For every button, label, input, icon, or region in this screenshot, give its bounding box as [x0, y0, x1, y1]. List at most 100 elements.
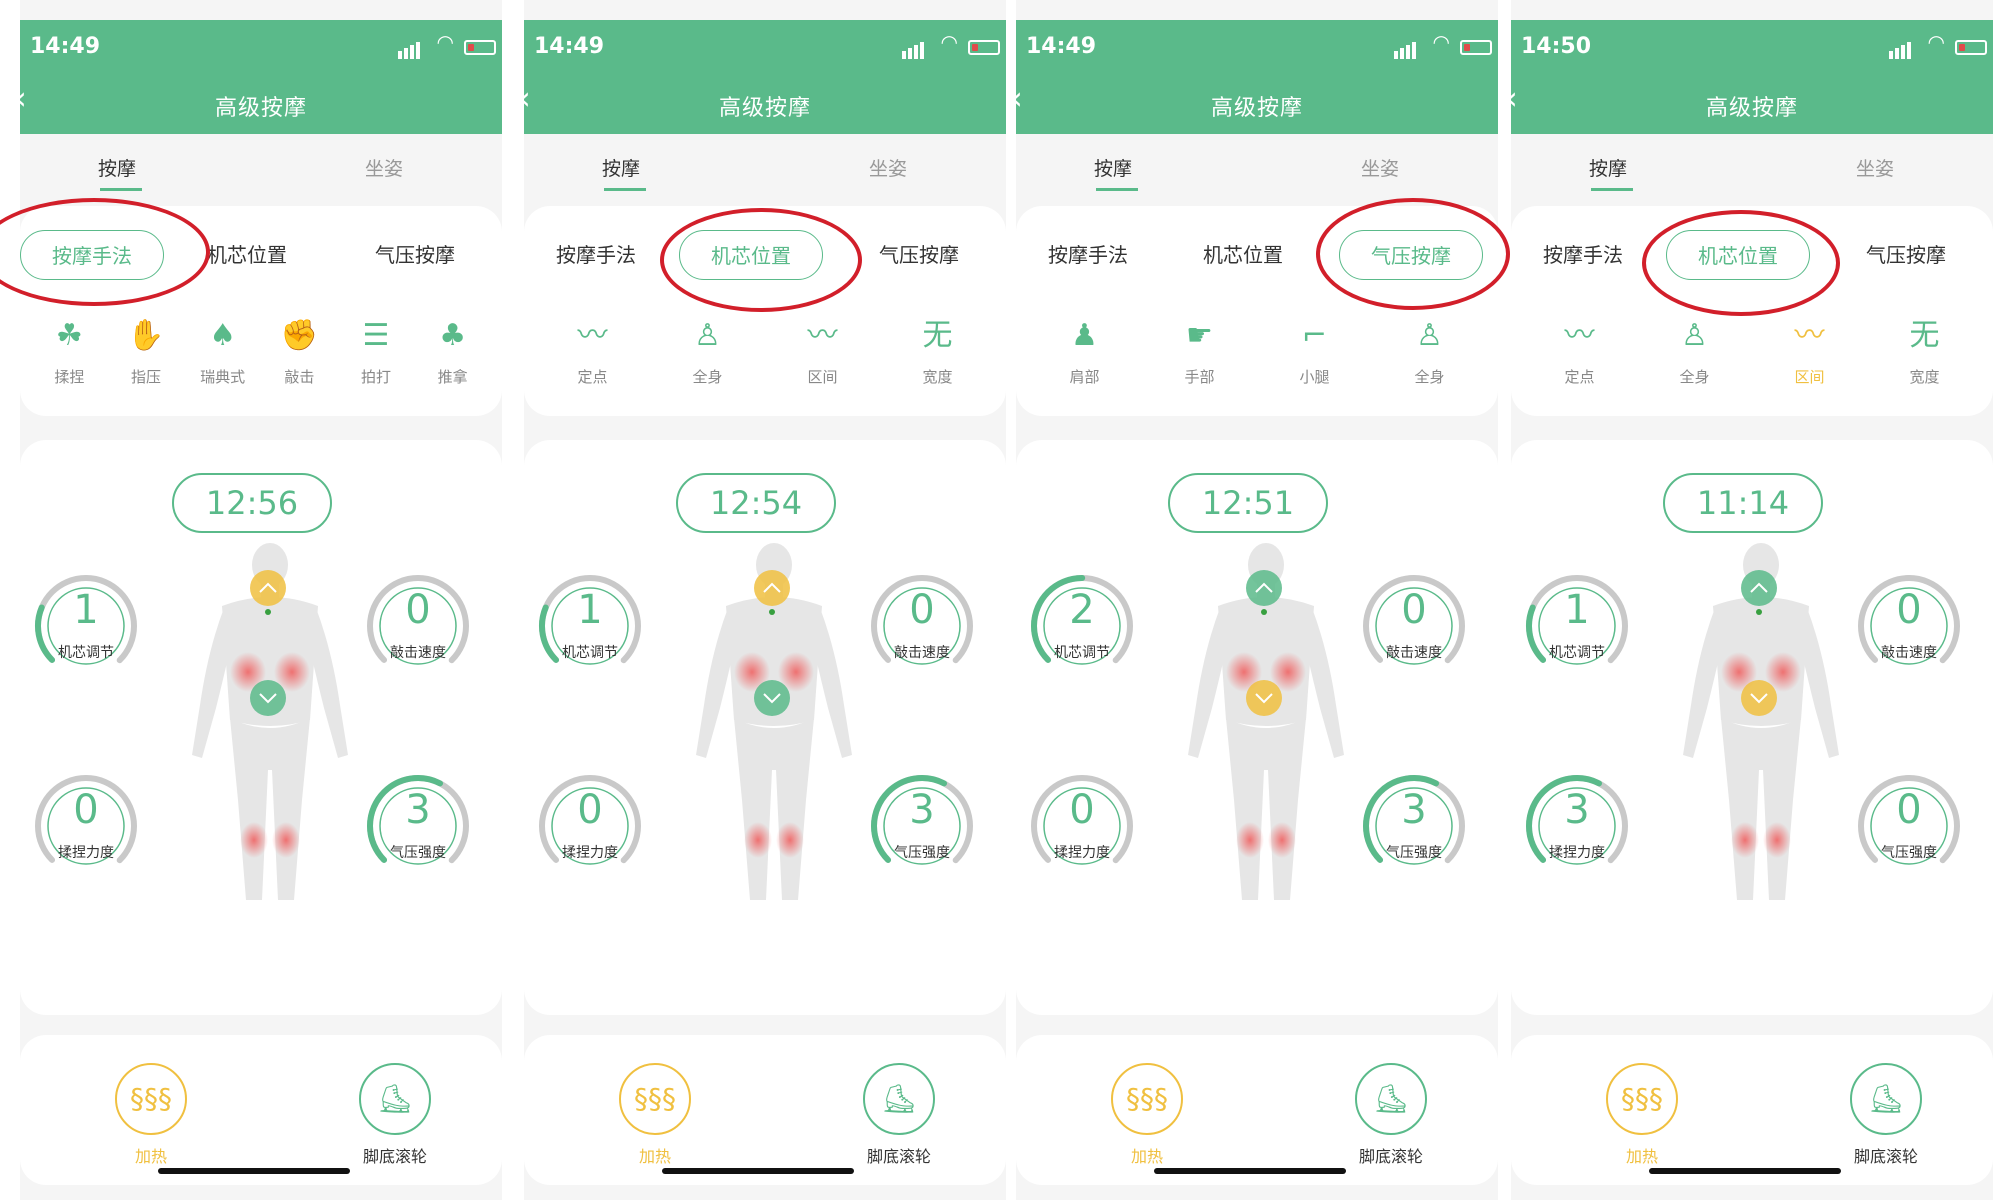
dial-tap-speed[interactable]: 0 敲击速度: [362, 570, 474, 682]
function-label: 敲击: [284, 368, 315, 386]
dial-knead-strength[interactable]: 0 揉捏力度: [1026, 770, 1138, 882]
header-bar: 14:50◠‹高级按摩: [1511, 20, 1993, 134]
body-figure: [1188, 543, 1344, 900]
shiatsu-icon: ✋: [127, 318, 165, 353]
foot-roller-button[interactable]: ⛸ 脚底滚轮: [1336, 1063, 1446, 1167]
tab-posture[interactable]: 坐姿: [365, 154, 403, 181]
footer-label: 加热: [1625, 1147, 1658, 1166]
tab-underline: [604, 188, 646, 191]
heat-icon: §§§: [619, 1063, 691, 1135]
calf-icon: ⌐: [1301, 318, 1328, 353]
foot-roller-button[interactable]: ⛸ 脚底滚轮: [340, 1063, 450, 1167]
function-item[interactable]: ♙ 全身: [1390, 314, 1470, 387]
battery-icon: [1460, 40, 1492, 55]
dial-tap-speed[interactable]: 0 敲击速度: [1358, 570, 1470, 682]
dial-label: 敲击速度: [1386, 645, 1442, 661]
function-item[interactable]: ♠ 瑞典式: [183, 314, 263, 387]
tab-massage[interactable]: 按摩: [1094, 154, 1132, 181]
mode-button-0[interactable]: 按摩手法: [1511, 230, 1655, 280]
signal-icon: [1889, 40, 1913, 59]
dial-tap-speed[interactable]: 0 敲击速度: [1853, 570, 1965, 682]
dial-knead-strength[interactable]: 0 揉捏力度: [30, 770, 142, 882]
function-item[interactable]: ✊ 敲击: [259, 314, 339, 387]
foot-roller-icon: ⛸: [1355, 1063, 1427, 1135]
left-calf-highlight: [240, 822, 268, 858]
mode-button-0[interactable]: 按摩手法: [1016, 230, 1160, 280]
mode-button-0[interactable]: 按摩手法: [524, 230, 668, 280]
body-figure: [192, 543, 348, 900]
dial-air-pressure[interactable]: 0 气压强度: [1853, 770, 1965, 882]
function-label: 全身: [1414, 368, 1445, 386]
heat-button[interactable]: §§§ 加热: [1092, 1063, 1202, 1167]
dial-movement-adjust[interactable]: 2 机芯调节: [1026, 570, 1138, 682]
dial-movement-adjust[interactable]: 1 机芯调节: [1521, 570, 1633, 682]
mode-button-1[interactable]: 机芯位置: [1171, 230, 1315, 280]
tuina-icon: ♣: [439, 318, 467, 353]
function-item[interactable]: ♟ 肩部: [1045, 314, 1125, 387]
tab-posture[interactable]: 坐姿: [869, 154, 907, 181]
dial-movement-adjust[interactable]: 1 机芯调节: [534, 570, 646, 682]
function-item[interactable]: 〰定点: [553, 314, 633, 387]
page-title: 高级按摩: [214, 96, 307, 121]
body-card: 12:54 1 机芯调节 0 敲击速度 0 揉捏力度 3 气压强度: [524, 440, 1006, 1015]
dial-knead-strength[interactable]: 0 揉捏力度: [534, 770, 646, 882]
function-item[interactable]: ☘ 揉捏: [29, 314, 109, 387]
function-item[interactable]: ♙ 全身: [1655, 314, 1735, 387]
dial-air-pressure[interactable]: 3 气压强度: [1358, 770, 1470, 882]
footer-label: 脚底滚轮: [1853, 1147, 1918, 1166]
tab-massage[interactable]: 按摩: [98, 154, 136, 181]
function-item[interactable]: ☛ 手部: [1160, 314, 1240, 387]
dial-value: 1: [73, 587, 99, 633]
legs: [230, 718, 310, 900]
function-item[interactable]: ☰ 拍打: [336, 314, 416, 387]
mode-button-2[interactable]: 气压按摩: [847, 230, 991, 280]
dial-label: 揉捏力度: [58, 845, 114, 861]
dial-label: 机芯调节: [1054, 645, 1110, 661]
heat-button[interactable]: §§§ 加热: [600, 1063, 710, 1167]
body-map: [1166, 540, 1366, 934]
footer-card: §§§ 加热 ⛸ 脚底滚轮: [1511, 1035, 1993, 1185]
heat-button[interactable]: §§§ 加热: [1587, 1063, 1697, 1167]
signal-bar: [902, 51, 906, 59]
dial-knead-strength[interactable]: 3 揉捏力度: [1521, 770, 1633, 882]
function-item[interactable]: ⌐ 小腿: [1275, 314, 1355, 387]
battery-icon: [1955, 40, 1987, 55]
fixed-point-icon: 〰: [1564, 318, 1595, 353]
signal-bar: [1901, 45, 1905, 59]
heat-button[interactable]: §§§ 加热: [96, 1063, 206, 1167]
tab-posture[interactable]: 坐姿: [1361, 154, 1399, 181]
legs: [1226, 718, 1306, 900]
signal-bar: [416, 42, 420, 59]
mode-button-2[interactable]: 气压按摩: [1834, 230, 1978, 280]
dial-movement-adjust[interactable]: 1 机芯调节: [30, 570, 142, 682]
dial-value: 0: [73, 787, 99, 833]
function-item[interactable]: 〰区间: [1770, 314, 1850, 387]
section-icon: 〰: [1794, 318, 1825, 353]
tab-massage[interactable]: 按摩: [602, 154, 640, 181]
tab-massage[interactable]: 按摩: [1589, 154, 1627, 181]
function-item[interactable]: 〰定点: [1540, 314, 1620, 387]
foot-roller-button[interactable]: ⛸ 脚底滚轮: [844, 1063, 954, 1167]
function-item[interactable]: 无宽度: [898, 314, 978, 387]
dial-tap-speed[interactable]: 0 敲击速度: [866, 570, 978, 682]
footer-card: §§§ 加热 ⛸ 脚底滚轮: [20, 1035, 502, 1185]
dial-label: 气压强度: [1881, 845, 1937, 861]
foot-roller-button[interactable]: ⛸ 脚底滚轮: [1831, 1063, 1941, 1167]
dial-air-pressure[interactable]: 3 气压强度: [866, 770, 978, 882]
tab-posture[interactable]: 坐姿: [1856, 154, 1894, 181]
function-item[interactable]: ✋ 指压: [106, 314, 186, 387]
status-time: 14:49: [30, 34, 101, 59]
function-item[interactable]: 无宽度: [1885, 314, 1965, 387]
function-label: 区间: [807, 368, 838, 386]
heat-icon: §§§: [115, 1063, 187, 1135]
function-label: 瑞典式: [200, 368, 246, 386]
function-item[interactable]: 〰区间: [783, 314, 863, 387]
mode-button-2[interactable]: 气压按摩: [343, 230, 487, 280]
full-body-icon: ♙: [1416, 318, 1443, 353]
function-label: 指压: [130, 368, 161, 386]
function-label: 定点: [1564, 368, 1595, 386]
function-item[interactable]: ♣ 推拿: [413, 314, 493, 387]
function-item[interactable]: ♙ 全身: [668, 314, 748, 387]
dial-air-pressure[interactable]: 3 气压强度: [362, 770, 474, 882]
signal-bar: [1406, 45, 1410, 59]
